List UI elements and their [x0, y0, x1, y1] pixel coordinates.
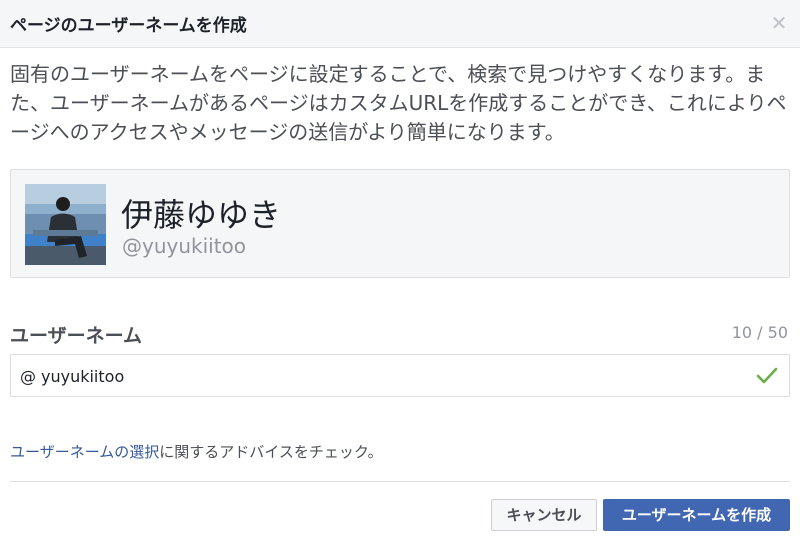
at-prefix: @: [20, 367, 36, 386]
dialog-header: ページのユーザーネームを作成 ✕: [0, 0, 800, 48]
close-icon[interactable]: ✕: [770, 12, 788, 34]
advice-rest: に関するアドバイスをチェック。: [159, 443, 383, 461]
footer-divider: [10, 481, 790, 482]
username-input-box: @: [10, 354, 790, 397]
page-handle: @yuyukiitoo: [122, 234, 247, 258]
dialog-title: ページのユーザーネームを作成: [10, 16, 247, 36]
dialog-description: 固有のユーザーネームをページに設定することで、検索で見つけやすくなります。また、…: [10, 62, 787, 144]
page-preview-card: 伊藤ゆゆき @yuyukiitoo: [10, 169, 790, 278]
page-avatar: [25, 184, 106, 265]
cancel-button[interactable]: キャンセル: [491, 499, 597, 531]
username-input[interactable]: [41, 363, 731, 389]
checkmark-icon: [755, 363, 779, 387]
username-advice-link[interactable]: ユーザーネームの選択: [10, 443, 159, 461]
create-username-button[interactable]: ユーザーネームを作成: [603, 499, 790, 531]
advice-text: ユーザーネームの選択に関するアドバイスをチェック。: [10, 441, 383, 462]
page-name: 伊藤ゆゆき: [121, 196, 282, 234]
username-label: ユーザーネーム: [10, 325, 143, 347]
character-counter: 10 / 50: [731, 323, 788, 342]
